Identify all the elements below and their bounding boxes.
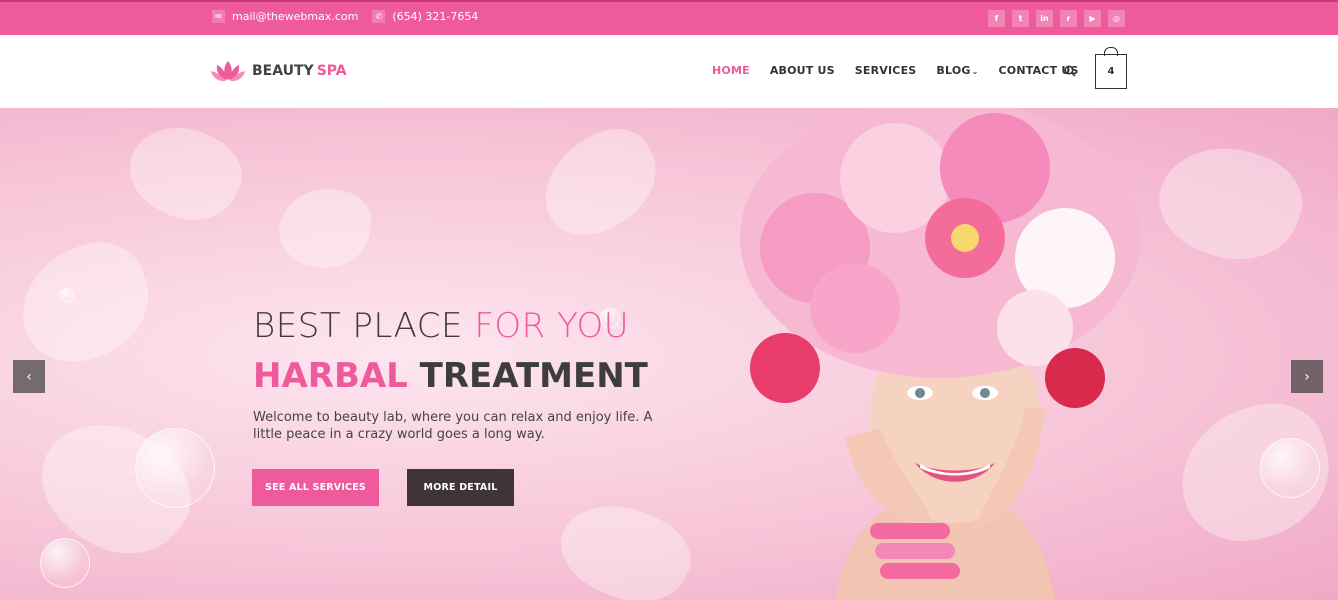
hero-heading-line1-b: FOR YOU [474,306,630,346]
logo-text-spa: SPA [316,63,347,79]
more-detail-button[interactable]: MORE DETAIL [407,469,514,506]
hero-heading-line1: BEST PLACE FOR YOU [253,306,629,346]
hero-description: Welcome to beauty lab, where you can rel… [253,410,653,442]
hero-heading-line2-b: TREATMENT [407,356,648,396]
bubble-decoration [40,538,90,588]
bubble-decoration [1260,438,1320,498]
instagram-icon[interactable]: ◎ [1108,10,1125,27]
envelope-icon: ✉ [212,10,225,23]
chevron-right-icon: › [1304,368,1310,385]
search-icon[interactable] [1064,65,1076,77]
petal-decoration [525,114,675,252]
site-logo[interactable]: BEAUTY SPA [210,59,347,83]
petal-decoration [547,484,703,600]
main-nav: HOME ABOUT US SERVICES BLOG⌄ CONTACT US [712,64,1099,77]
phone-text: (654) 321-7654 [392,10,479,23]
petal-decoration [114,108,256,240]
nav-item-blog[interactable]: BLOG⌄ [936,64,978,77]
petal-decoration [5,229,165,377]
phone-link[interactable]: ✆ (654) 321-7654 [372,10,478,23]
nav-item-about-us[interactable]: ABOUT US [770,64,835,77]
email-link[interactable]: ✉ mail@thewebmax.com [212,10,358,23]
youtube-icon[interactable]: ▶ [1084,10,1101,27]
facebook-icon[interactable]: f [988,10,1005,27]
rss-icon[interactable]: r [1060,10,1077,27]
hero-heading-line1-a: BEST PLACE [253,306,475,346]
hero-heading-line2-a: HARBAL [253,356,408,396]
chevron-down-icon: ⌄ [971,67,979,76]
bubble-decoration [60,288,74,302]
nav-item-home[interactable]: HOME [712,64,750,77]
nav-item-blog-label: BLOG [936,64,971,77]
slider-next-button[interactable]: › [1291,360,1323,393]
slider-prev-button[interactable]: ‹ [13,360,45,393]
cart-count: 4 [1107,66,1115,77]
linkedin-icon[interactable]: in [1036,10,1053,27]
contact-info: ✉ mail@thewebmax.com ✆ (654) 321-7654 [212,10,492,23]
hero-heading-line2: HARBAL TREATMENT [253,356,648,396]
logo-text-beauty: BEAUTY [252,63,314,79]
nav-item-services[interactable]: SERVICES [855,64,917,77]
lotus-icon [211,61,245,82]
hero-model-image [740,108,1140,600]
social-links: f t in r ▶ ◎ [988,10,1132,27]
see-all-services-button[interactable]: SEE ALL SERVICES [252,469,379,506]
petal-decoration [1145,127,1315,279]
main-header: BEAUTY SPA HOME ABOUT US SERVICES BLOG⌄ … [0,35,1338,108]
bubble-decoration [135,428,215,508]
chevron-left-icon: ‹ [26,368,32,385]
hero-slider: BEST PLACE FOR YOU HARBAL TREATMENT Welc… [0,108,1338,600]
petal-decoration [273,180,377,276]
top-bar: ✉ mail@thewebmax.com ✆ (654) 321-7654 f … [0,0,1338,35]
twitter-icon[interactable]: t [1012,10,1029,27]
phone-icon: ✆ [372,10,386,23]
cart-button[interactable]: 4 [1095,47,1127,89]
email-text: mail@thewebmax.com [232,10,359,23]
